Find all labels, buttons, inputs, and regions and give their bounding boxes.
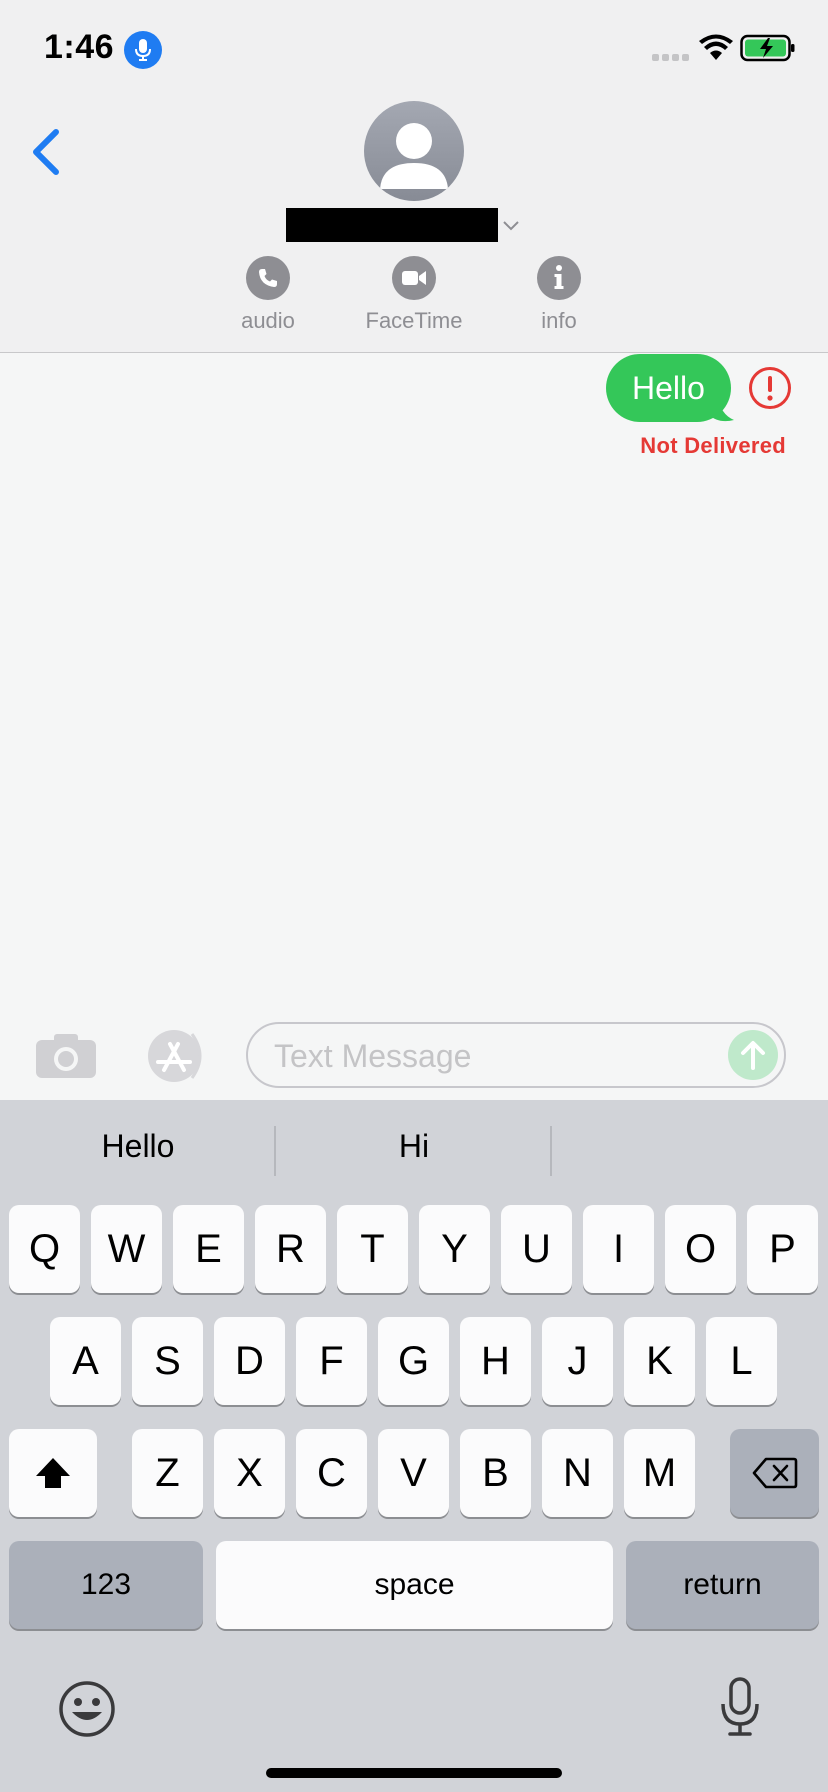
wifi-icon — [699, 34, 733, 60]
key-i[interactable]: I — [583, 1205, 654, 1293]
camera-icon[interactable] — [34, 1032, 98, 1080]
key-z[interactable]: Z — [132, 1429, 203, 1517]
shift-key[interactable] — [9, 1429, 97, 1517]
prediction-divider — [550, 1126, 552, 1176]
phone-icon — [246, 256, 290, 300]
emoji-icon[interactable] — [58, 1680, 116, 1738]
key-o[interactable]: O — [665, 1205, 736, 1293]
battery-charging-icon — [740, 34, 795, 62]
return-key[interactable]: return — [626, 1541, 819, 1629]
key-d[interactable]: D — [214, 1317, 285, 1405]
cellular-signal-icon — [652, 54, 689, 61]
prediction-1[interactable]: Hello — [0, 1128, 276, 1165]
facetime-button[interactable]: FaceTime — [359, 256, 469, 334]
key-u[interactable]: U — [501, 1205, 572, 1293]
numbers-key[interactable]: 123 — [9, 1541, 203, 1629]
key-x[interactable]: X — [214, 1429, 285, 1517]
facetime-label: FaceTime — [365, 308, 463, 333]
space-key[interactable]: space — [216, 1541, 613, 1629]
keyboard: Hello Hi Q W E R T Y U I O P A S D F G H… — [0, 1100, 828, 1792]
delete-key[interactable] — [730, 1429, 819, 1517]
key-f[interactable]: F — [296, 1317, 367, 1405]
key-t[interactable]: T — [337, 1205, 408, 1293]
delivery-status: Not Delivered — [640, 433, 786, 458]
key-a[interactable]: A — [50, 1317, 121, 1405]
key-b[interactable]: B — [460, 1429, 531, 1517]
message-input-placeholder: Text Message — [274, 1038, 472, 1074]
status-time: 1:46 — [44, 28, 115, 66]
arrow-up-icon — [741, 1041, 765, 1070]
prediction-2[interactable]: Hi — [276, 1128, 552, 1165]
key-m[interactable]: M — [624, 1429, 695, 1517]
key-v[interactable]: V — [378, 1429, 449, 1517]
info-button[interactable]: info — [504, 256, 614, 334]
key-y[interactable]: Y — [419, 1205, 490, 1293]
key-c[interactable]: C — [296, 1429, 367, 1517]
audio-label: audio — [241, 308, 295, 333]
info-icon — [537, 256, 581, 300]
key-l[interactable]: L — [706, 1317, 777, 1405]
microphone-indicator-icon — [124, 31, 162, 69]
info-label: info — [541, 308, 577, 333]
key-n[interactable]: N — [542, 1429, 613, 1517]
key-w[interactable]: W — [91, 1205, 162, 1293]
home-indicator — [266, 1768, 562, 1778]
key-q[interactable]: Q — [9, 1205, 80, 1293]
dictation-mic-icon[interactable] — [718, 1676, 762, 1738]
bubble-tail — [708, 396, 734, 422]
key-g[interactable]: G — [378, 1317, 449, 1405]
key-s[interactable]: S — [132, 1317, 203, 1405]
key-e[interactable]: E — [173, 1205, 244, 1293]
app-store-icon[interactable] — [140, 1028, 212, 1084]
contact-avatar[interactable] — [364, 101, 464, 201]
audio-call-button[interactable]: audio — [213, 256, 323, 334]
send-button[interactable] — [728, 1030, 778, 1080]
key-j[interactable]: J — [542, 1317, 613, 1405]
contact-name-redacted[interactable] — [286, 208, 498, 242]
conversation-header: 1:46 audio FaceTime info — [0, 0, 828, 353]
chevron-down-icon[interactable] — [502, 220, 520, 232]
key-h[interactable]: H — [460, 1317, 531, 1405]
message-input[interactable]: Text Message — [246, 1022, 786, 1088]
person-icon — [380, 123, 448, 189]
backspace-icon — [752, 1457, 797, 1489]
error-alert-icon[interactable] — [748, 366, 792, 410]
key-k[interactable]: K — [624, 1317, 695, 1405]
key-p[interactable]: P — [747, 1205, 818, 1293]
messages-screen: 1:46 audio FaceTime info Hello Not Deliv… — [0, 0, 828, 1792]
key-r[interactable]: R — [255, 1205, 326, 1293]
predictive-bar: Hello Hi — [0, 1100, 828, 1200]
video-camera-icon — [392, 256, 436, 300]
back-button[interactable] — [26, 124, 66, 180]
shift-arrow-icon — [36, 1458, 70, 1488]
